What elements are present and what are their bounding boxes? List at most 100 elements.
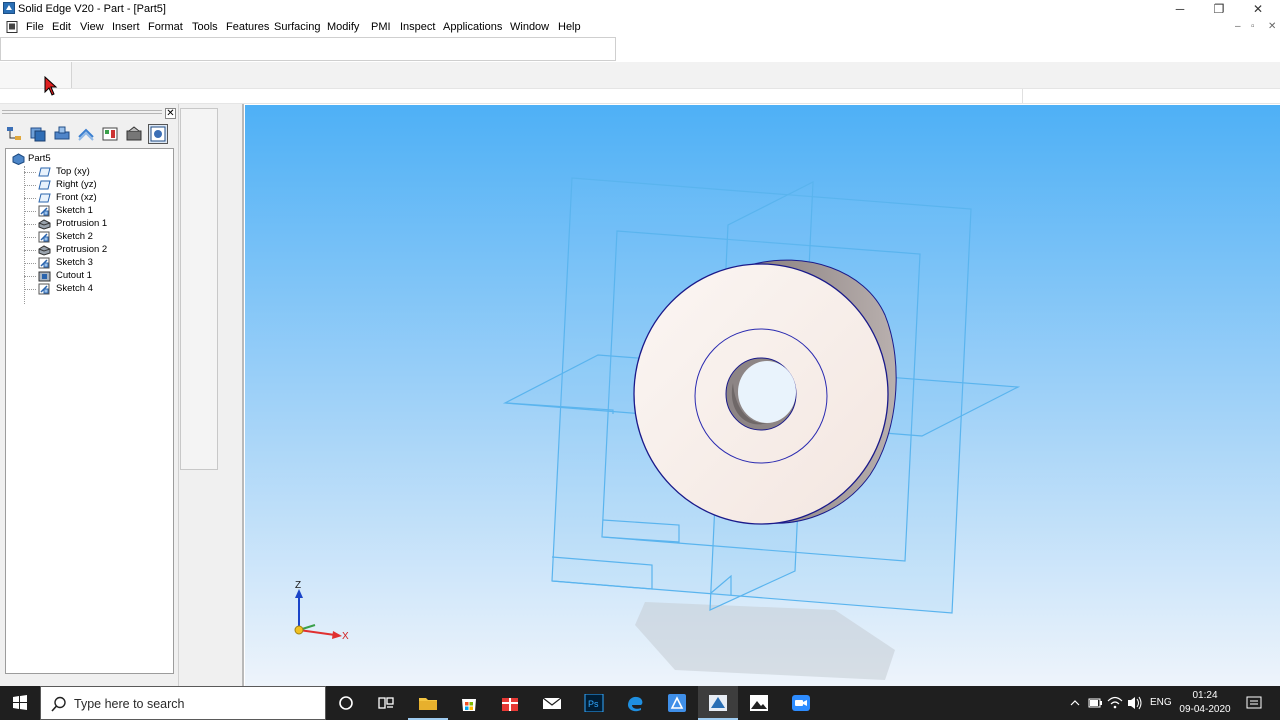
menu-view[interactable]: View (80, 21, 104, 33)
toolbar-dock (0, 62, 1280, 88)
cortana-button[interactable] (326, 686, 366, 720)
feature-pathfinder-icon[interactable] (4, 124, 24, 144)
sketch-icon (38, 283, 50, 295)
title-bar: Solid Edge V20 - Part - [Part5] ─ ❐ ✕ (0, 0, 1280, 18)
reference-plane-icon (38, 167, 51, 177)
menu-surfacing[interactable]: Surfacing (274, 21, 320, 33)
maximize-button[interactable]: ❐ (1199, 0, 1239, 18)
tree-connector (24, 172, 36, 173)
feature-tree[interactable]: Part5 Top (xy) Right (yz) Front (xz) Ske… (5, 148, 174, 674)
document-icon[interactable] (6, 21, 18, 33)
menu-window[interactable]: Window (510, 21, 549, 33)
tree-connector (24, 224, 36, 225)
gift-app-button[interactable] (490, 686, 530, 720)
tree-connector (24, 263, 36, 264)
edgebar-close-button[interactable]: ✕ (165, 108, 176, 119)
menu-insert[interactable]: Insert (112, 21, 140, 33)
zoom-icon (792, 695, 810, 711)
mail-icon (542, 697, 562, 709)
show-hidden-icons-chevron-icon[interactable] (1066, 686, 1084, 720)
edge-button[interactable] (615, 686, 655, 720)
prompt-bar (0, 88, 1280, 104)
photos-button[interactable] (739, 686, 779, 720)
menu-help[interactable]: Help (558, 21, 581, 33)
layers-icon[interactable] (28, 124, 48, 144)
tree-item-label: Protrusion 2 (56, 244, 108, 255)
menu-inspect[interactable]: Inspect (400, 21, 435, 33)
part-model[interactable] (633, 259, 897, 525)
x-axis-label: X (342, 631, 349, 642)
store-button[interactable] (449, 686, 489, 720)
protrusion-icon (38, 245, 51, 256)
task-view-icon (378, 697, 394, 709)
zoom-button[interactable] (781, 686, 821, 720)
reference-plane-icon (38, 193, 51, 203)
start-button[interactable] (0, 686, 40, 720)
viewport-border (242, 104, 244, 686)
language-indicator[interactable]: ENG (1150, 686, 1172, 720)
menu-pmi[interactable]: PMI (371, 21, 391, 33)
tree-connector (24, 289, 36, 290)
notifications-icon[interactable] (1244, 686, 1264, 720)
tree-item-label: Top (xy) (56, 166, 90, 177)
menu-file[interactable]: File (26, 21, 44, 33)
family-of-parts-icon[interactable] (100, 124, 120, 144)
tree-connector (24, 198, 36, 199)
mail-button[interactable] (532, 686, 572, 720)
cortana-icon (339, 696, 353, 710)
document-minimize-button[interactable]: – (1235, 21, 1241, 32)
menu-applications[interactable]: Applications (443, 21, 502, 33)
sketch-icon (38, 231, 50, 243)
battery-icon[interactable] (1086, 686, 1104, 720)
part-icon (12, 153, 25, 165)
gift-app-icon (502, 698, 518, 711)
edge-icon (628, 696, 643, 712)
tree-connector (24, 211, 36, 212)
sensors-icon[interactable] (52, 124, 72, 144)
graphics-viewport[interactable]: Z X (245, 105, 1280, 686)
menu-tools[interactable]: Tools (192, 21, 218, 33)
minimize-button[interactable]: ─ (1160, 0, 1200, 18)
menu-edit[interactable]: Edit (52, 21, 71, 33)
reference-plane-icon (38, 180, 51, 190)
tree-item-label: Protrusion 1 (56, 218, 108, 229)
taskbar-clock[interactable]: 01:24 09-04-2020 (1173, 689, 1237, 717)
close-button[interactable]: ✕ (1238, 0, 1278, 18)
taskbar-search[interactable]: Type here to search (40, 686, 326, 720)
solid-edge-button[interactable] (698, 686, 738, 720)
tree-item-label: Cutout 1 (56, 270, 92, 281)
windows-logo-icon (13, 695, 27, 710)
protrusion-icon (38, 219, 51, 230)
panel-divider[interactable] (178, 104, 179, 686)
file-explorer-button[interactable] (408, 686, 448, 720)
solid-edge-app-icon (3, 2, 15, 14)
edgebar-grip[interactable] (0, 104, 178, 122)
tree-connector (24, 237, 36, 238)
menu-format[interactable]: Format (148, 21, 183, 33)
photoshop-button[interactable]: Ps (574, 686, 614, 720)
main-toolbar[interactable] (0, 37, 616, 61)
menu-features[interactable]: Features (226, 21, 269, 33)
tree-connector (24, 166, 25, 304)
menu-modify[interactable]: Modify (327, 21, 359, 33)
app-button[interactable] (657, 686, 697, 720)
sketch-icon (38, 257, 50, 269)
docked-panel-area (178, 104, 244, 686)
feature-playback-icon[interactable] (124, 124, 144, 144)
document-close-button[interactable]: ✕ (1268, 21, 1276, 32)
task-view-button[interactable] (366, 686, 406, 720)
windows-taskbar: Type here to search Ps ENG 01:24 09-04-2… (0, 686, 1280, 720)
feature-library-icon[interactable] (76, 124, 96, 144)
tree-connector (24, 185, 36, 186)
photos-icon (750, 695, 768, 711)
volume-icon[interactable] (1126, 686, 1144, 720)
tree-item-label: Sketch 1 (56, 205, 93, 216)
file-explorer-icon (419, 698, 437, 710)
tree-item-label: Sketch 4 (56, 283, 93, 294)
document-restore-button[interactable]: ▫ (1251, 21, 1255, 32)
wifi-icon[interactable] (1106, 686, 1124, 720)
ribbon-toolbar[interactable] (0, 62, 72, 88)
app-icon (668, 694, 686, 712)
tree-root-label: Part5 (28, 153, 51, 164)
reports-icon[interactable] (148, 124, 168, 144)
